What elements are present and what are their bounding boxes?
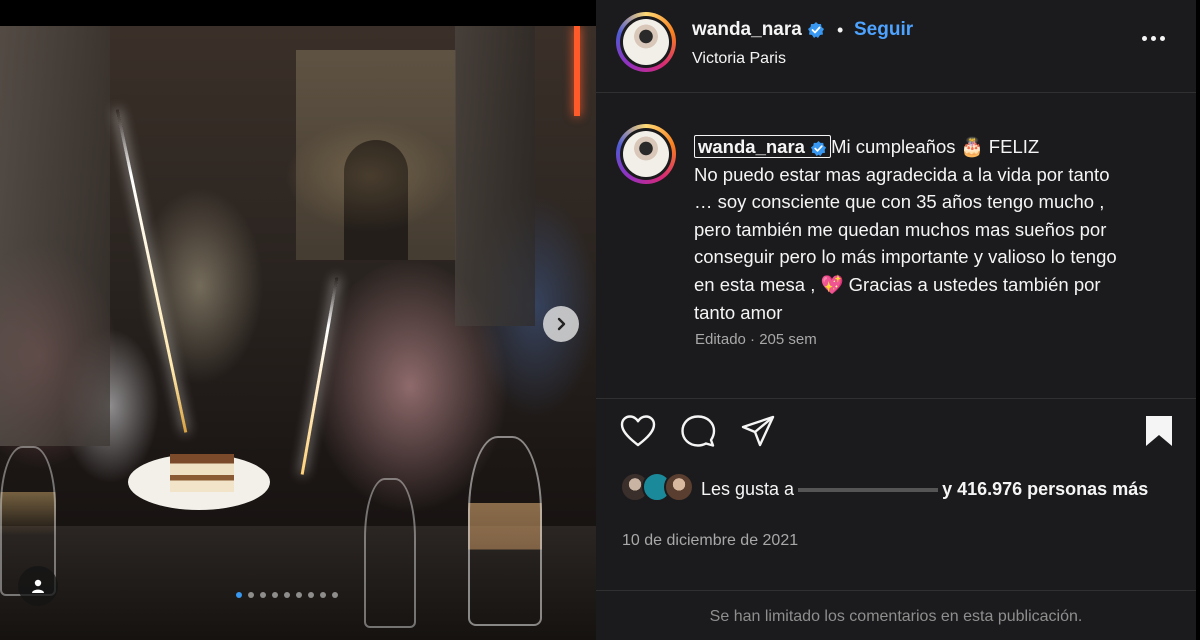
curtain-left	[0, 26, 110, 446]
caption-line: … soy consciente que con 35 años tengo m…	[694, 191, 1105, 213]
post-location[interactable]: Victoria Paris	[692, 50, 786, 68]
caption-line: No puedo estar mas agradecida a la vida …	[694, 163, 1110, 185]
carousel-dot	[272, 592, 278, 598]
carousel-next-button[interactable]	[543, 306, 579, 342]
carousel-dot	[284, 592, 290, 598]
curtain-right	[455, 26, 535, 326]
likes-prefix: Les gusta a	[701, 479, 795, 499]
comment-icon	[681, 415, 716, 447]
author-avatar[interactable]	[616, 12, 676, 72]
heart-icon	[620, 415, 656, 447]
avatar-image	[623, 19, 669, 65]
arc-de-triomphe	[296, 50, 456, 260]
comment-button[interactable]	[680, 414, 716, 453]
redacted-username	[798, 488, 939, 493]
carousel-dot	[296, 592, 302, 598]
post-date[interactable]: 10 de diciembre de 2021	[622, 532, 798, 550]
red-neon-light	[574, 26, 580, 116]
tiramisu-cake	[170, 454, 234, 492]
post-caption: wanda_nara Mi cumpleaños 🎂 FELIZ No pued…	[694, 133, 1184, 326]
caption-username[interactable]: wanda_nara	[694, 135, 832, 158]
caption-line: Mi cumpleaños 🎂 FELIZ	[831, 136, 1040, 157]
more-dot	[1160, 36, 1165, 41]
tagged-users-button[interactable]	[18, 566, 58, 606]
carousel-dot	[248, 592, 254, 598]
sparkler	[300, 277, 339, 475]
author-username[interactable]: wanda_nara	[692, 19, 825, 41]
caption-author-avatar[interactable]	[616, 124, 676, 184]
header-divider	[596, 92, 1196, 93]
carousel-dot	[260, 592, 266, 598]
carousel-dot	[308, 592, 314, 598]
liker-avatar	[664, 472, 694, 502]
paper-plane-icon	[741, 415, 775, 447]
post-photo[interactable]	[0, 26, 596, 640]
bookmark-filled-icon	[1146, 416, 1172, 446]
likes-count: y 416.976 personas más	[942, 479, 1149, 499]
more-dot	[1151, 36, 1156, 41]
chevron-right-icon	[557, 317, 566, 331]
caption-line: en esta mesa , 💖 Gracias a ustedes tambi…	[694, 273, 1101, 295]
comments-limited-notice: Se han limitado los comentarios en esta …	[709, 608, 1083, 625]
wine-glass	[364, 478, 416, 628]
edited-timestamp: Editado · 205 sem	[695, 331, 817, 348]
username-text: wanda_nara	[692, 19, 802, 40]
carousel-dot	[320, 592, 326, 598]
more-options-button[interactable]	[1142, 36, 1165, 41]
user-icon	[32, 579, 44, 593]
like-button[interactable]	[620, 414, 656, 453]
save-button[interactable]	[1144, 414, 1174, 453]
caption-line: pero también me quedan muchos mas sueños…	[694, 218, 1107, 240]
actions-divider	[596, 398, 1196, 399]
wine-glass	[468, 436, 542, 626]
likers-avatars[interactable]	[620, 472, 700, 504]
sparkler	[115, 109, 188, 433]
follow-button[interactable]: Seguir	[854, 19, 913, 41]
carousel-dots	[236, 592, 338, 598]
follow-separator: •	[837, 20, 844, 40]
carousel-dot	[236, 592, 242, 598]
share-button[interactable]	[740, 414, 776, 453]
verified-badge-icon	[811, 140, 827, 156]
footer-divider	[596, 590, 1196, 591]
more-horizontal-icon	[1142, 36, 1147, 41]
caption-line: conseguir pero lo más importante y valio…	[694, 246, 1117, 268]
caption-username-text: wanda_nara	[698, 136, 805, 157]
likes-summary[interactable]: Les gusta a y 416.976 personas más	[701, 476, 1161, 502]
carousel-dot	[332, 592, 338, 598]
avatar-image	[623, 131, 669, 177]
top-bar	[0, 0, 596, 26]
caption-line: tanto amor	[694, 301, 783, 323]
verified-badge-icon	[808, 21, 825, 38]
